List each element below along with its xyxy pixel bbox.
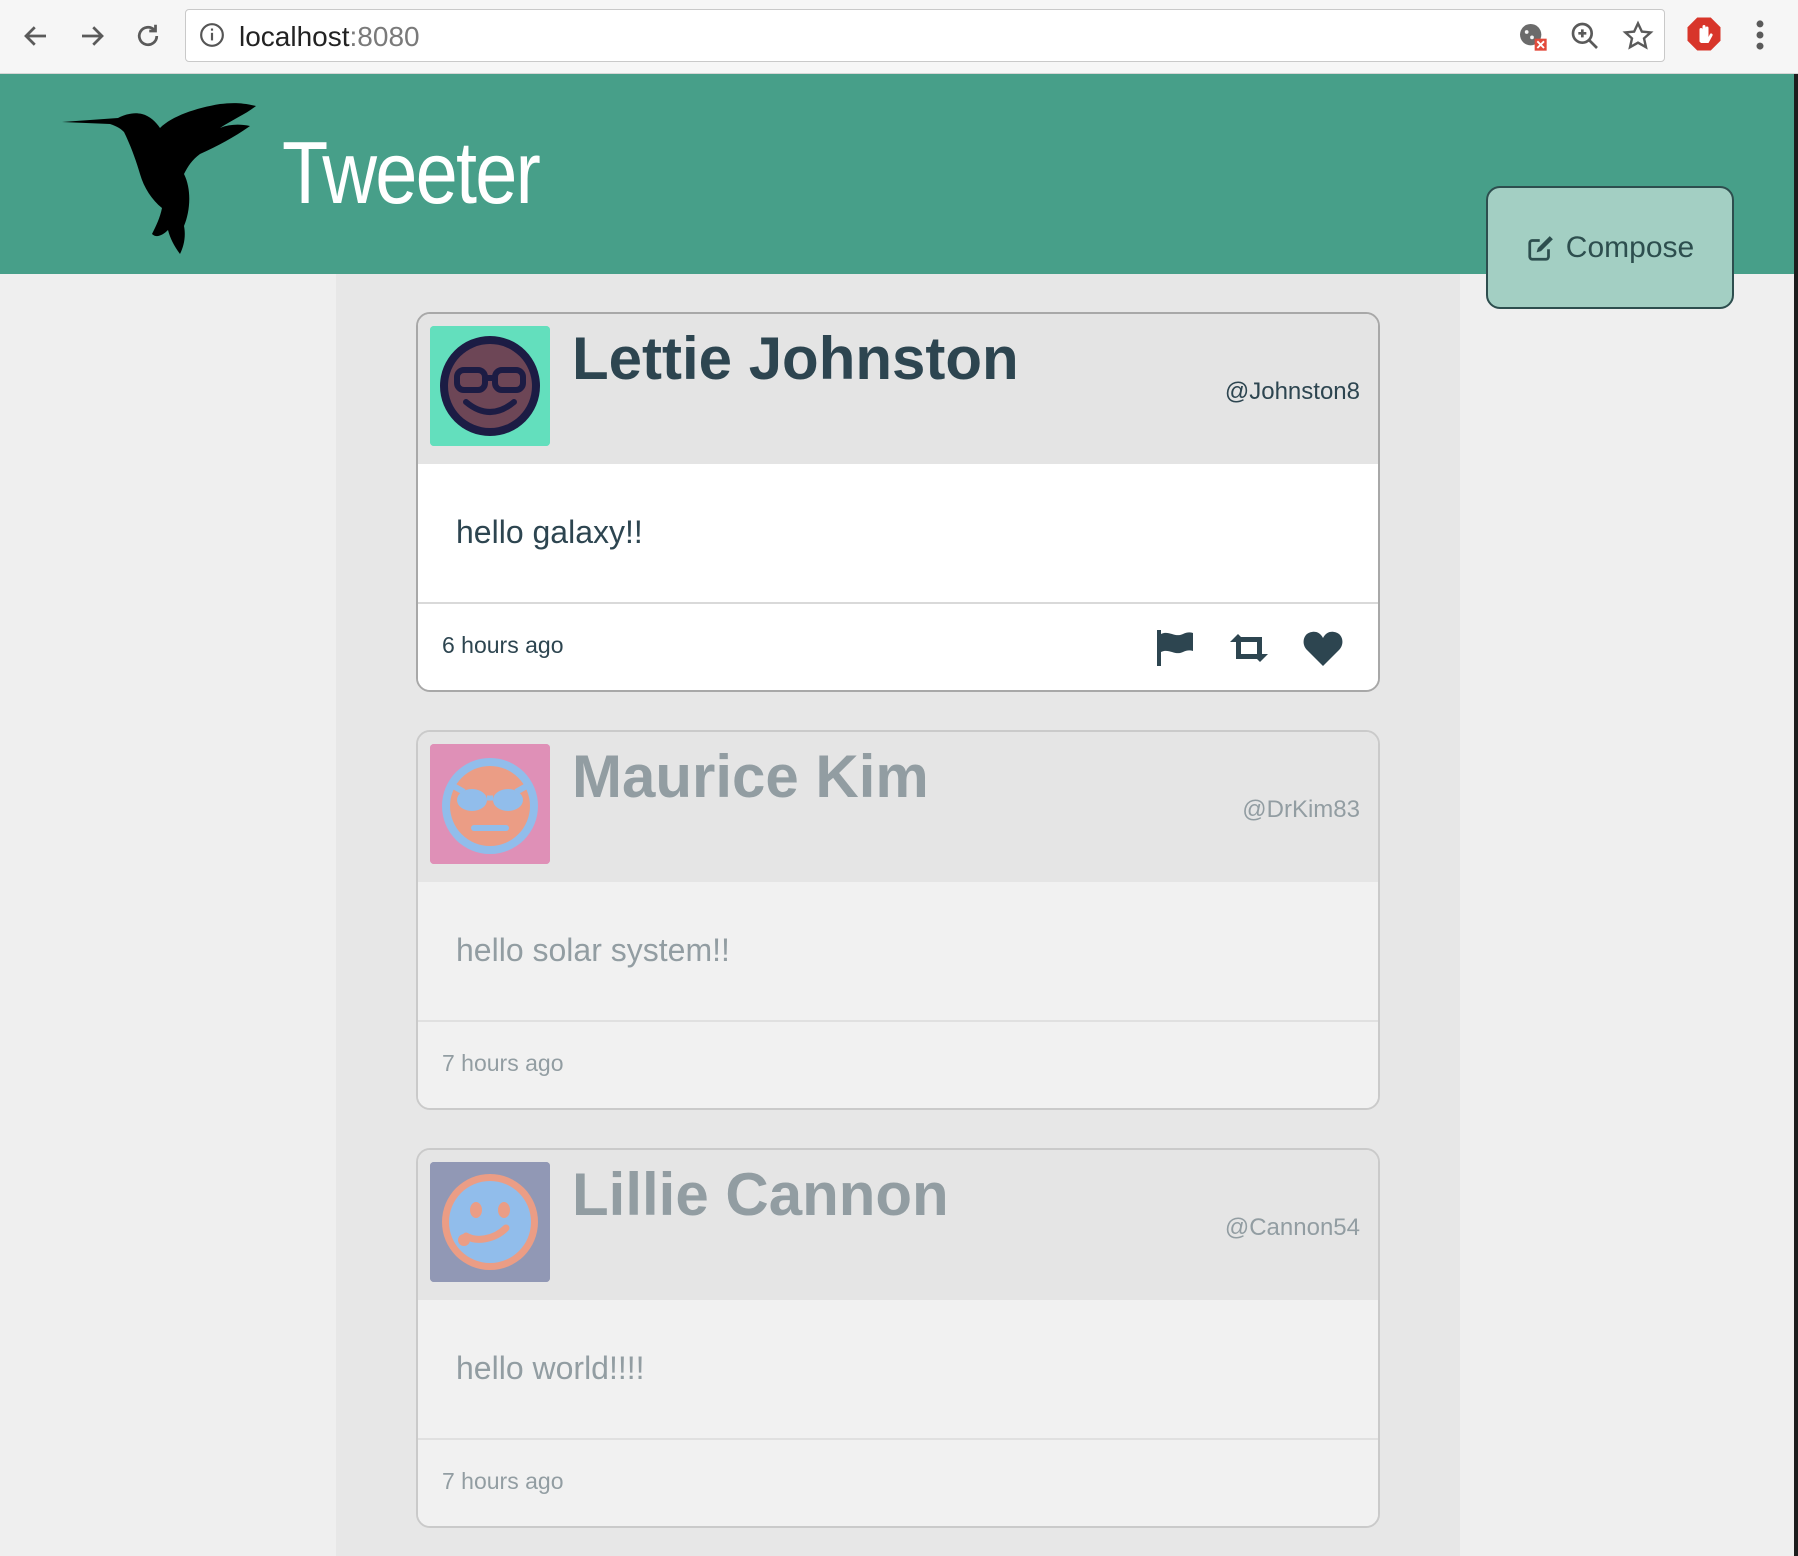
tweet-text: hello world!!!! [456,1350,645,1386]
tweet-header: Maurice Kim @DrKim83 [418,732,1378,882]
retweet-icon [1230,634,1268,662]
tweet-timestamp: 7 hours ago [442,1050,564,1076]
tweet-card[interactable]: Lettie Johnston @Johnston8 hello galaxy!… [416,312,1380,692]
tweet-header: Lillie Cannon @Cannon54 [418,1150,1378,1300]
arrow-right-icon [82,26,104,46]
tweet-timestamp: 7 hours ago [442,1468,564,1494]
author-handle: @DrKim83 [1242,796,1360,823]
avatar [430,744,550,864]
tweet-body: hello solar system!! [418,882,1378,1020]
tweet-footer: 7 hours ago [418,1438,1378,1526]
nerd-face-icon [430,326,550,446]
author-handle: @Johnston8 [1224,378,1360,405]
star-icon[interactable] [1622,20,1654,52]
address-bar[interactable]: localhost:8080 [185,9,1665,62]
tweet-header: Lettie Johnston @Johnston8 [418,314,1378,464]
arrow-left-icon [24,26,46,46]
tweet-body: hello galaxy!! [418,464,1378,602]
app-header: Tweeter Compose [0,74,1798,309]
tweet-feed: Lettie Johnston @Johnston8 hello galaxy!… [336,274,1460,1556]
tweet-text: hello solar system!! [456,932,730,968]
brand-title: Tweeter [282,123,541,222]
flag-icon [1157,630,1193,666]
compose-button[interactable]: Compose [1486,186,1734,309]
tweet-footer: 6 hours ago [418,602,1378,690]
retweet-button[interactable] [1228,628,1270,668]
adblock-extension-icon[interactable] [1686,16,1722,52]
info-icon[interactable] [199,22,225,48]
author-name: Lillie Cannon [572,1161,949,1228]
tweet-card[interactable]: Lillie Cannon @Cannon54 hello world!!!! … [416,1148,1380,1528]
author-handle: @Cannon54 [1224,1214,1360,1241]
author-name: Lettie Johnston [572,325,1019,392]
avatar [430,326,550,446]
like-button[interactable] [1302,628,1344,668]
window-edge [1794,74,1798,1556]
reload-icon [137,24,159,47]
browser-toolbar: localhost:8080 [0,0,1798,74]
cool-face-icon [430,744,550,864]
compose-label: Compose [1565,230,1695,264]
edit-icon [1528,235,1553,261]
cookie-blocked-icon[interactable] [1516,20,1548,52]
more-menu-icon[interactable] [1746,16,1774,54]
tweet-timestamp: 6 hours ago [442,632,564,658]
url-text[interactable]: localhost:8080 [239,21,420,53]
tweet-text: hello galaxy!! [456,514,643,550]
hummingbird-logo-icon [62,103,256,254]
zoom-icon[interactable] [1569,20,1601,52]
avatar [430,1162,550,1282]
tweet-footer: 7 hours ago [418,1020,1378,1108]
back-button[interactable] [14,14,58,58]
tweet-body: hello world!!!! [418,1300,1378,1438]
reload-button[interactable] [126,14,170,58]
smirk-face-icon [430,1162,550,1282]
forward-button[interactable] [70,14,114,58]
tweet-card[interactable]: Maurice Kim @DrKim83 hello solar system!… [416,730,1380,1110]
heart-icon [1303,631,1343,666]
author-name: Maurice Kim [572,743,929,810]
flag-button[interactable] [1154,628,1196,668]
tweet-actions [1154,628,1344,668]
